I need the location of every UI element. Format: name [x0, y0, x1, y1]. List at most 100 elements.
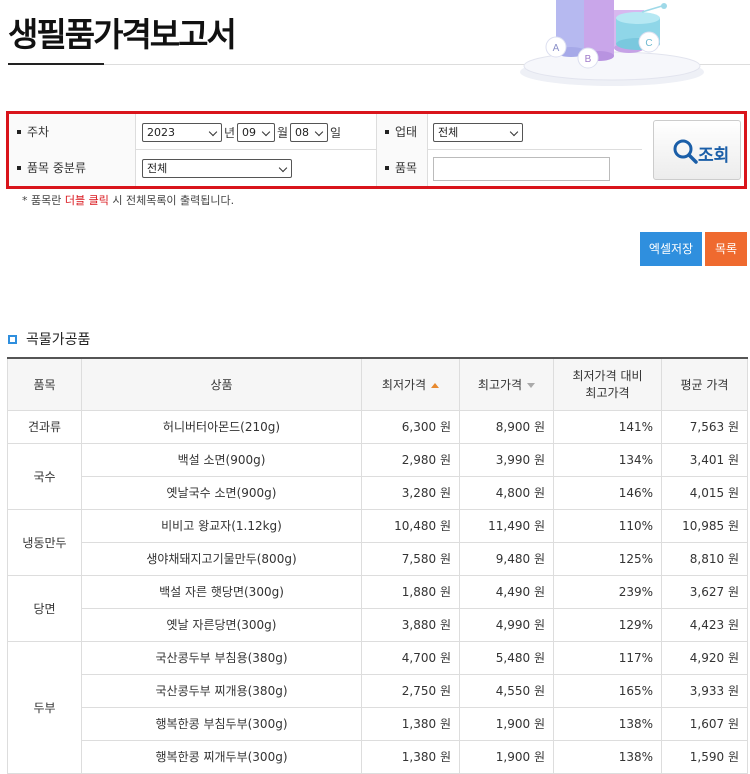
cell-ratio: 138% [553, 706, 662, 741]
cell-product: 행복한콩 부침두부(300g) [81, 706, 362, 741]
cell-avg-price: 8,810 원 [661, 541, 748, 576]
category-select[interactable]: 전체 [142, 159, 292, 178]
svg-text:A: A [553, 43, 560, 54]
cell-ratio: 110% [553, 508, 662, 543]
table-row: 국산콩두부 찌개용(380g) 2,750 원 4,550 원 165% 3,933 원 [8, 673, 748, 708]
search-button-label: 조회 [698, 146, 730, 166]
cell-ratio: 239% [553, 574, 662, 609]
search-hint: * 품목란 더블 클릭 시 전체목록이 출력됩니다. [22, 192, 234, 208]
table-row: 국수 백설 소면(900g) 2,980 원 3,990 원 134% 3,401 원 [7, 442, 748, 510]
cell-avg-price: 7,563 원 [661, 409, 748, 444]
table-row: 당면 백설 자른 햇당면(300g) 1,880 원 4,490 원 239% 3,627… [7, 574, 748, 642]
category-label: 품목 중분류 [9, 150, 135, 186]
bar-cylinders-illustration: A B C [520, 0, 704, 86]
cell-item: 견과류 [7, 409, 82, 444]
table-row: 행복한콩 부침두부(300g) 1,380 원 1,900 원 138% 1,607 원 [8, 706, 748, 741]
cell-max-price: 5,480 원 [459, 640, 554, 675]
cell-max-price: 3,990 원 [459, 442, 554, 477]
table-row: 옛날 자른당면(300g) 3,880 원 4,990 원 129% 4,423 원 [8, 607, 748, 642]
cell-product: 허니버터아몬드(210g) [81, 409, 362, 444]
cell-product: 백설 자른 햇당면(300g) [81, 574, 362, 609]
header-max-price-label: 최고가격 [477, 377, 523, 392]
table-body: 견과류 허니버터아몬드(210g) 6,300 원 8,900 원 141% 7,563 … [7, 409, 748, 774]
cell-min-price: 1,380 원 [361, 706, 460, 741]
item-label: 품목 [377, 150, 427, 186]
cell-ratio: 117% [553, 640, 662, 675]
excel-save-button[interactable]: 엑셀저장 [640, 232, 702, 266]
cell-max-price: 1,900 원 [459, 706, 554, 741]
cell-min-price: 1,380 원 [361, 739, 460, 774]
cell-min-price: 10,480 원 [361, 508, 460, 543]
sort-asc-icon [431, 382, 440, 388]
cell-product: 국산콩두부 부침용(380g) [81, 640, 362, 675]
cell-max-price: 1,900 원 [459, 739, 554, 774]
cell-item: 국수 [7, 442, 82, 510]
cell-avg-price: 10,985 원 [661, 508, 748, 543]
cell-ratio: 165% [553, 673, 662, 708]
day-select[interactable]: 08 [290, 123, 328, 142]
month-unit: 월 [277, 126, 289, 140]
header-min-price[interactable]: 최저가격 [361, 357, 460, 411]
cell-ratio: 129% [553, 607, 662, 642]
month-select[interactable]: 09 [237, 123, 275, 142]
table-header-row: 품목 상품 최저가격 최고가격 최저가격 대비최고가격 평균 가격 [7, 357, 748, 411]
week-label: 주차 [9, 114, 135, 150]
sort-desc-icon [527, 382, 536, 388]
divider [427, 150, 428, 186]
table-row: 두부 국산콩두부 부침용(380g) 4,700 원 5,480 원 117% 4,920… [7, 640, 748, 774]
cell-avg-price: 3,401 원 [661, 442, 748, 477]
cell-min-price: 7,580 원 [361, 541, 460, 576]
cell-max-price: 4,490 원 [459, 574, 554, 609]
search-panel: 주차 2023 년 09 월 08 일 업태 전체 품목 중분류 전체 품목 조… [6, 111, 747, 189]
cell-min-price: 4,700 원 [361, 640, 460, 675]
cell-item: 당면 [7, 574, 82, 642]
title-underline [8, 63, 104, 65]
cell-avg-price: 3,933 원 [661, 673, 748, 708]
cell-product: 국산콩두부 찌개용(380g) [81, 673, 362, 708]
table-row: 옛날국수 소면(900g) 3,280 원 4,800 원 146% 4,015 원 [8, 475, 748, 510]
cell-max-price: 4,550 원 [459, 673, 554, 708]
cell-max-price: 4,990 원 [459, 607, 554, 642]
cell-ratio: 125% [553, 541, 662, 576]
section-square-icon [8, 334, 17, 344]
cell-product: 행복한콩 찌개두부(300g) [81, 739, 362, 774]
divider [427, 114, 428, 150]
search-row-category: 품목 중분류 전체 품목 [9, 150, 642, 186]
table-row: 견과류 허니버터아몬드(210g) 6,300 원 8,900 원 141% 7,563 … [7, 409, 748, 444]
header-ratio-line2: 최고가격 [585, 386, 630, 401]
table-row: 냉동만두 비비고 왕교자(1.12kg) 10,480 원 11,490 원 110% 1… [7, 508, 748, 576]
header-ratio-line1: 최저가격 대비 [572, 369, 643, 384]
cell-avg-price: 4,015 원 [661, 475, 748, 510]
cell-item: 냉동만두 [7, 508, 82, 576]
cell-ratio: 138% [553, 739, 662, 774]
header-avg-price: 평균 가격 [661, 357, 748, 411]
hint-prefix: * 품목란 [22, 194, 65, 207]
header-product: 상품 [81, 357, 362, 411]
year-select[interactable]: 2023 [142, 123, 222, 142]
header-ratio: 최저가격 대비최고가격 [553, 357, 662, 411]
business-select[interactable]: 전체 [433, 123, 523, 142]
price-table: 품목 상품 최저가격 최고가격 최저가격 대비최고가격 평균 가격 견과류 허니버… [7, 357, 748, 774]
search-form: 주차 2023 년 09 월 08 일 업태 전체 품목 중분류 전체 품목 [9, 114, 642, 186]
svg-text:B: B [585, 54, 592, 65]
cell-max-price: 8,900 원 [459, 409, 554, 444]
header-item: 품목 [7, 357, 82, 411]
cell-min-price: 2,980 원 [361, 442, 460, 477]
hint-highlight: 더블 클릭 [64, 194, 109, 207]
list-button[interactable]: 목록 [705, 232, 747, 266]
cell-max-price: 4,800 원 [459, 475, 554, 510]
search-button[interactable]: 조회 [653, 120, 741, 180]
divider [135, 150, 136, 186]
item-input[interactable] [433, 157, 610, 181]
hint-suffix: 시 전체목록이 출력됩니다. [108, 194, 235, 207]
search-row-week: 주차 2023 년 09 월 08 일 업태 전체 [9, 114, 642, 150]
header-max-price[interactable]: 최고가격 [459, 357, 554, 411]
business-label: 업태 [377, 114, 427, 150]
cell-avg-price: 1,607 원 [661, 706, 748, 741]
cell-ratio: 134% [553, 442, 662, 477]
cell-ratio: 141% [553, 409, 662, 444]
search-icon [673, 139, 698, 164]
section-title-text: 곡물가공품 [26, 332, 91, 348]
section-title: 곡물가공품 [8, 329, 90, 349]
cell-avg-price: 3,627 원 [661, 574, 748, 609]
